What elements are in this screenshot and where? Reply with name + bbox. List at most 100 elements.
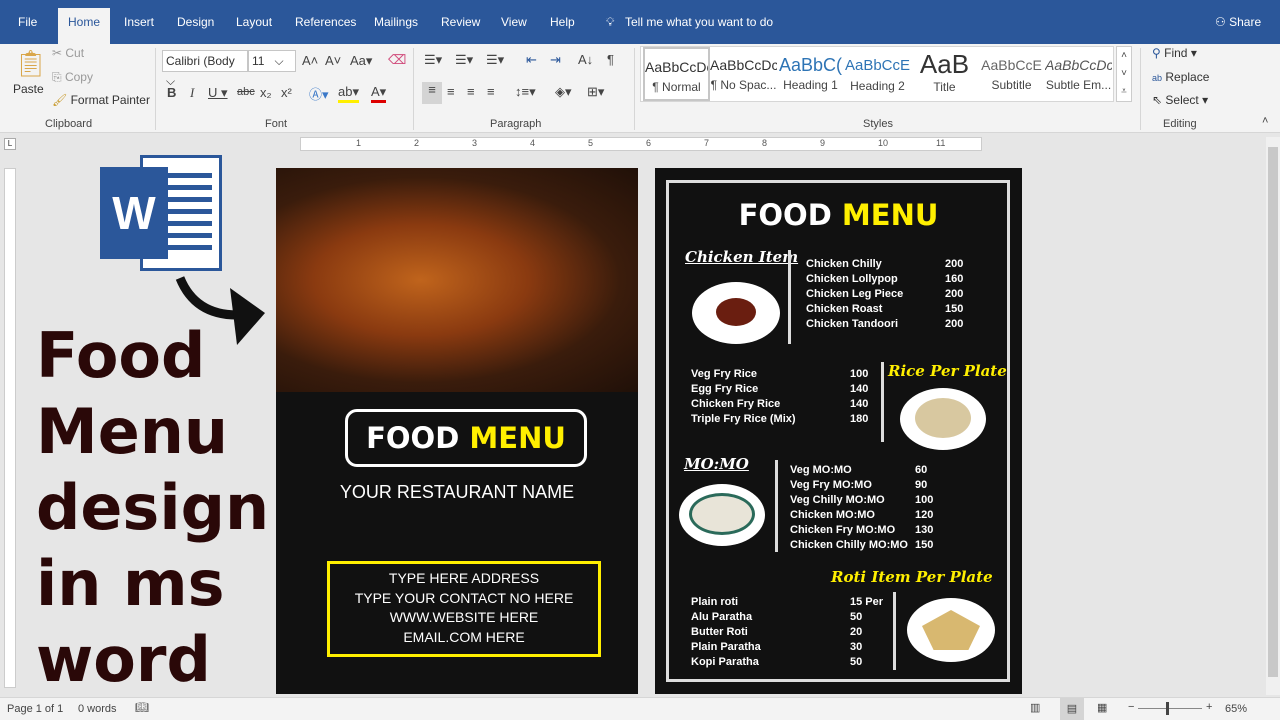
paste-icon[interactable]: 📋︎ — [14, 48, 47, 79]
ruler-number: 10 — [878, 138, 889, 148]
style-heading-1[interactable]: AaBbC(Heading 1 — [777, 47, 844, 101]
vertical-scrollbar[interactable] — [1266, 137, 1280, 695]
style-title[interactable]: AaB Title — [911, 47, 978, 101]
style-heading-2[interactable]: AaBbCcE Heading 2 — [844, 47, 911, 101]
ruler-number: 3 — [472, 138, 478, 148]
highlight-icon[interactable]: ab▾ — [338, 84, 359, 103]
menu-item-price: 50 — [850, 656, 863, 668]
grow-font-icon[interactable]: A˄ — [302, 53, 318, 68]
tab-selector[interactable]: L — [4, 138, 16, 150]
style-no-spacing[interactable]: AaBbCcDc ¶ No Spac... — [710, 47, 777, 101]
tab-file[interactable]: File — [8, 8, 47, 44]
increase-indent-icon[interactable]: ⇥ — [550, 52, 561, 68]
decrease-indent-icon[interactable]: ⇤ — [526, 52, 537, 68]
italic-icon[interactable]: I — [190, 85, 194, 101]
justify-icon[interactable]: ≡ — [487, 84, 495, 99]
style-subtle-emphasis[interactable]: AaBbCcDc Subtle Em... — [1045, 47, 1112, 101]
style-name: ¶ Normal — [652, 80, 701, 94]
menu-page: FOOD MENU Chicken Item Rice Per Plate MO… — [655, 168, 1022, 694]
tab-design[interactable]: Design — [167, 8, 224, 44]
word-count[interactable]: 0 words — [78, 703, 117, 715]
proofing-icon[interactable]: 📖︎ — [135, 701, 149, 714]
styles-scroll[interactable]: ˄ ˅ ⩡ — [1116, 46, 1132, 102]
scroll-thumb[interactable] — [1268, 147, 1278, 677]
format-painter-button[interactable]: 🖌︎ Format Painter — [52, 93, 150, 107]
ruler-number: 7 — [704, 138, 710, 148]
zoom-in-button[interactable]: + — [1206, 701, 1212, 713]
tab-help[interactable]: Help — [540, 8, 585, 44]
align-right-icon[interactable]: ≡ — [467, 84, 475, 99]
paste-button[interactable]: Paste — [13, 82, 44, 96]
share-button[interactable]: ⚇ Share — [1205, 8, 1271, 44]
multilevel-list-icon[interactable]: ☰▾ — [486, 52, 504, 68]
align-left-icon[interactable]: ≡ — [422, 82, 442, 104]
ruler-number: 2 — [414, 138, 420, 148]
zoom-slider[interactable] — [1138, 708, 1202, 709]
copy-button[interactable]: ⎘ Copy — [52, 70, 93, 85]
tab-layout[interactable]: Layout — [226, 8, 282, 44]
paragraph-group-label: Paragraph — [490, 118, 542, 130]
find-label: Find — [1164, 46, 1188, 60]
restaurant-name: YOUR RESTAURANT NAME — [339, 482, 575, 502]
read-mode-icon[interactable]: ▥ — [1030, 701, 1040, 714]
change-case-button[interactable]: Aa▾ — [350, 53, 372, 69]
tab-review[interactable]: Review — [431, 8, 490, 44]
word-logo: W — [100, 155, 222, 271]
horizontal-ruler[interactable]: 1 2 3 4 5 6 7 8 9 10 11 — [300, 137, 982, 151]
copy-label: Copy — [64, 70, 93, 84]
divider — [893, 592, 896, 670]
print-layout-icon[interactable]: ▤ — [1060, 698, 1084, 720]
font-size-select[interactable]: 11 ⌵ — [248, 50, 296, 72]
bullets-icon[interactable]: ☰▾ — [424, 52, 442, 68]
brush-icon: 🖌︎ — [52, 93, 68, 107]
style-normal[interactable]: AaBbCcDc ¶ Normal — [643, 47, 710, 101]
menu-item-price: 50 — [850, 611, 863, 623]
vertical-ruler[interactable] — [4, 168, 16, 688]
bold-icon[interactable]: B — [167, 85, 176, 100]
shrink-font-icon[interactable]: A˅ — [325, 53, 341, 68]
menu-item-price: 140 — [850, 398, 869, 410]
text-effects-icon[interactable]: Ⓐ▾ — [309, 84, 329, 103]
menu-item-price: 100 — [850, 368, 869, 380]
tab-references[interactable]: References — [285, 8, 366, 44]
subscript-icon[interactable]: x₂ — [260, 85, 272, 100]
tab-home[interactable]: Home — [58, 8, 111, 44]
align-center-icon[interactable]: ≡ — [447, 84, 455, 99]
numbering-icon[interactable]: ☰▾ — [455, 52, 473, 68]
strikethrough-icon[interactable]: abc — [237, 86, 255, 98]
tab-view[interactable]: View — [491, 8, 537, 44]
line-spacing-icon[interactable]: ↕≡▾ — [515, 84, 536, 100]
menu-item-price: 30 — [850, 641, 863, 653]
superscript-icon[interactable]: x² — [281, 85, 292, 100]
zoom-slider-thumb[interactable] — [1166, 702, 1169, 715]
page-count[interactable]: Page 1 of 1 — [7, 703, 63, 715]
find-button[interactable]: ⚲ Find ▾ — [1152, 46, 1197, 60]
cut-button[interactable]: ✂ Cut — [52, 46, 84, 60]
zoom-out-button[interactable]: − — [1128, 701, 1134, 713]
replace-button[interactable]: ab Replace — [1152, 70, 1209, 84]
tell-me-search[interactable]: Tell me what you want to do — [615, 8, 783, 44]
menu-item-name: Veg Chilly MO:MO — [790, 494, 885, 506]
change-case-label: Aa — [350, 53, 366, 68]
font-name-select[interactable]: Calibri (Body ⌵ — [162, 50, 248, 88]
tab-insert[interactable]: Insert — [114, 8, 164, 44]
tab-mailings[interactable]: Mailings — [364, 8, 428, 44]
web-layout-icon[interactable]: ▦ — [1097, 701, 1107, 714]
zoom-level[interactable]: 65% — [1225, 703, 1247, 715]
style-subtitle[interactable]: AaBbCcE Subtitle — [978, 47, 1045, 101]
sort-icon[interactable]: A↓ — [578, 52, 593, 67]
pilcrow-icon[interactable]: ¶ — [607, 52, 614, 67]
borders-icon[interactable]: ⊞▾ — [587, 84, 604, 100]
clear-formatting-icon[interactable]: ⌫ — [388, 52, 406, 68]
shading-icon[interactable]: ◈▾ — [555, 84, 572, 100]
collapse-ribbon-icon[interactable]: ˄ — [1262, 115, 1268, 127]
underline-icon[interactable]: U ▾ — [208, 85, 228, 101]
select-button[interactable]: ⇖ Select ▾ — [1152, 93, 1208, 107]
title-menu: MENU — [469, 421, 566, 455]
food-photo — [276, 168, 638, 392]
menu-item-price: 160 — [945, 273, 964, 285]
style-name: Heading 1 — [783, 78, 838, 92]
overlay-title-line: Food — [36, 319, 206, 392]
font-color-icon[interactable]: A▾ — [371, 84, 387, 103]
font-size-value: 11 — [252, 54, 265, 68]
